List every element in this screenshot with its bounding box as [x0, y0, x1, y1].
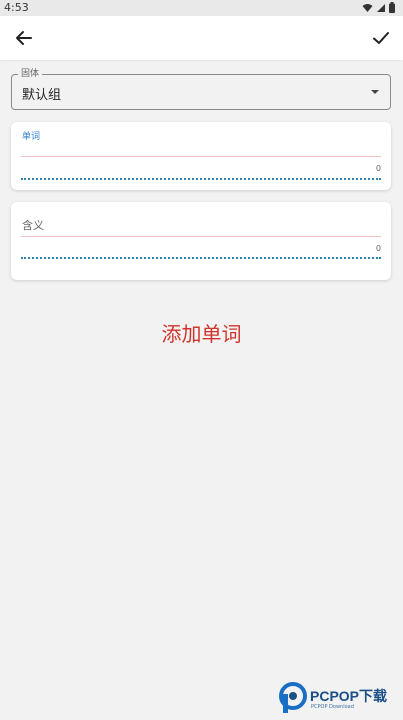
watermark-sub: PCPOP Download [311, 704, 354, 710]
add-word-button[interactable]: 添加单词 [0, 318, 403, 347]
status-icons [362, 2, 395, 13]
group-label: 固体 [18, 68, 43, 80]
watermark-brand: PCPOP下载 [310, 688, 388, 704]
wifi-icon [362, 3, 373, 12]
arrow-left-icon [16, 31, 32, 45]
word-underline [21, 156, 381, 157]
check-icon [373, 32, 389, 44]
meaning-input[interactable] [21, 218, 381, 238]
meaning-card: 含义 0 [11, 202, 391, 280]
word-divider [21, 178, 381, 180]
word-card: 单词 0 [11, 122, 391, 190]
group-dropdown[interactable]: 固体 默认组 [11, 68, 391, 110]
meaning-underline [21, 236, 381, 237]
meaning-char-count: 0 [375, 244, 381, 253]
signal-icon [377, 3, 385, 12]
confirm-button[interactable] [369, 26, 393, 50]
word-char-count: 0 [375, 164, 381, 173]
back-button[interactable] [12, 26, 36, 50]
status-time: 4:53 [4, 1, 29, 14]
status-bar: 4:53 [0, 0, 403, 16]
pcpop-logo-icon [279, 682, 307, 713]
app-bar [0, 16, 403, 60]
meaning-divider [21, 257, 381, 259]
dropdown-arrow-icon [371, 90, 379, 94]
battery-icon [389, 2, 395, 13]
watermark: PCPOP下载 PCPOP Download [278, 682, 400, 716]
group-value: 默认组 [22, 88, 62, 103]
word-input[interactable] [21, 137, 381, 157]
